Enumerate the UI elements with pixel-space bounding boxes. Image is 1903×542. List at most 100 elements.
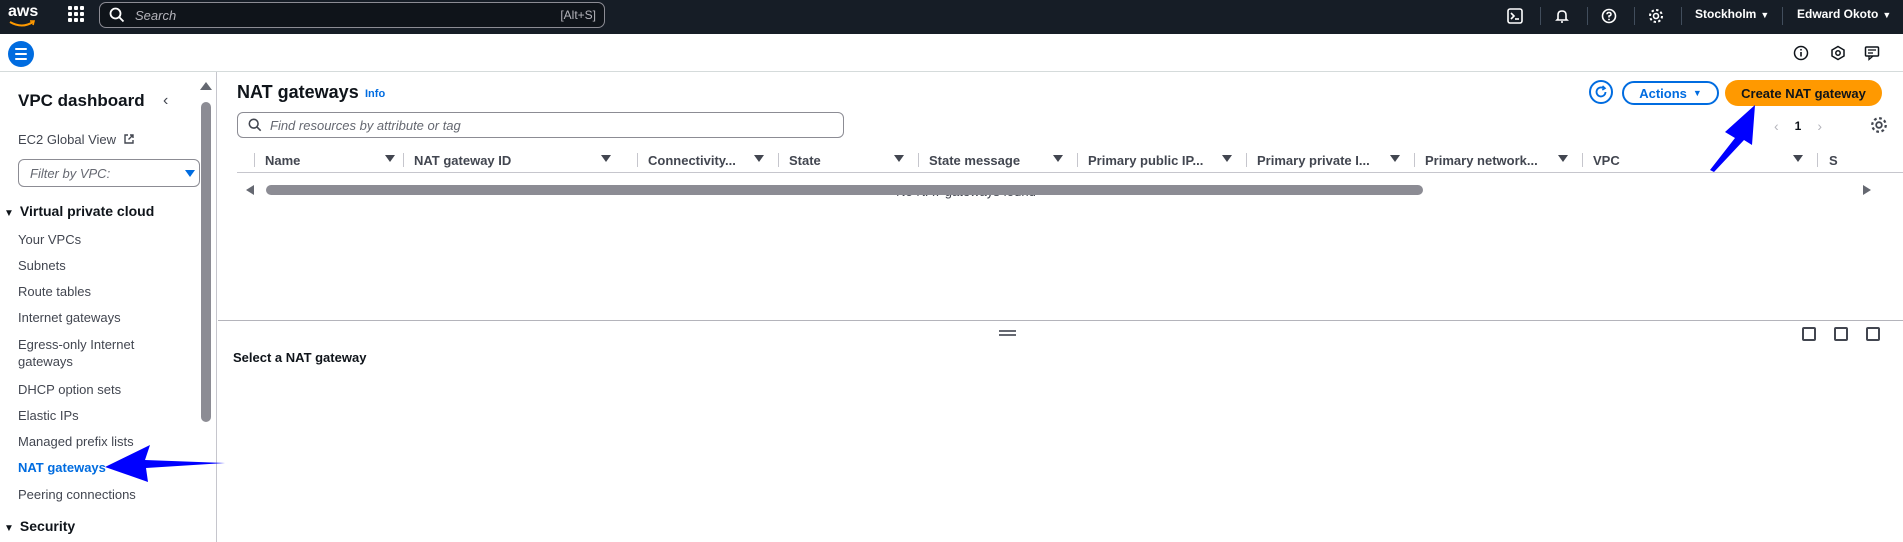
sort-icon[interactable] — [385, 155, 395, 162]
services-grid-icon[interactable] — [68, 6, 84, 22]
next-page-icon[interactable]: › — [1817, 118, 1822, 134]
sort-icon[interactable] — [1053, 155, 1063, 162]
column-header-connectivity[interactable]: Connectivity... — [648, 147, 736, 173]
column-divider — [1817, 153, 1818, 167]
column-divider — [918, 153, 919, 167]
sidebar-item-elastic-ips[interactable]: Elastic IPs — [18, 407, 79, 424]
page-number[interactable]: 1 — [1795, 119, 1802, 133]
nav-divider — [1540, 7, 1541, 25]
top-navigation-bar: aws Search [Alt+S] Stockholm ▼ Edward Oko… — [0, 0, 1903, 34]
expand-triangle-icon: ▼ — [4, 208, 14, 219]
info-link[interactable]: Info — [365, 88, 385, 100]
region-selector[interactable]: Stockholm ▼ — [1695, 7, 1769, 21]
table-header: Name NAT gateway ID Connectivity... Stat… — [237, 147, 1903, 173]
aws-logo[interactable]: aws — [8, 3, 40, 29]
column-divider — [1582, 153, 1583, 167]
sidebar-item-route-tables[interactable]: Route tables — [18, 283, 91, 300]
actions-label: Actions — [1639, 85, 1687, 101]
resource-search-input[interactable]: Find resources by attribute or tag — [237, 112, 844, 138]
split-panel-bottom-icon[interactable] — [1802, 327, 1816, 341]
column-header-subnet[interactable]: S — [1829, 147, 1843, 173]
info-circle-icon[interactable] — [1791, 43, 1811, 63]
account-name: Edward Okoto — [1797, 7, 1879, 21]
column-divider — [254, 153, 255, 167]
caret-down-icon: ▼ — [1760, 10, 1770, 20]
table-settings-icon[interactable] — [1870, 116, 1888, 134]
column-divider — [1414, 153, 1415, 167]
search-shortcut: [Alt+S] — [560, 8, 596, 22]
sidebar-scrollbar[interactable] — [201, 102, 211, 422]
aws-smile-icon — [9, 20, 36, 27]
column-header-nat-gateway-id[interactable]: NAT gateway ID — [414, 147, 511, 173]
page-title: NAT gateways — [237, 82, 359, 102]
vpc-filter-placeholder: Filter by VPC: — [30, 165, 111, 181]
nav-divider — [1587, 7, 1588, 25]
hexagon-icon[interactable] — [1828, 43, 1848, 63]
column-divider — [778, 153, 779, 167]
sidebar-item-your-vpcs[interactable]: Your VPCs — [18, 231, 81, 248]
split-panel-divider — [218, 320, 1903, 321]
aws-logo-text: aws — [8, 3, 39, 20]
sort-icon[interactable] — [894, 155, 904, 162]
table-horizontal-scrollbar[interactable] — [266, 185, 1423, 195]
column-header-vpc[interactable]: VPC — [1593, 147, 1620, 173]
account-menu[interactable]: Edward Okoto ▼ — [1797, 7, 1891, 21]
collapse-sidebar-icon[interactable]: ‹ — [163, 92, 168, 110]
split-panel-full-icon[interactable] — [1866, 327, 1880, 341]
split-panel-side-icon[interactable] — [1834, 327, 1848, 341]
nav-divider — [1681, 7, 1682, 25]
sort-icon[interactable] — [1558, 155, 1568, 162]
sort-icon[interactable] — [601, 155, 611, 162]
annotation-arrow-create-button-icon — [1710, 105, 1755, 172]
caret-down-icon — [185, 170, 195, 177]
navigation-menu-button[interactable] — [8, 41, 34, 67]
external-link-icon — [123, 134, 134, 144]
scroll-up-arrow-icon[interactable] — [200, 82, 212, 90]
sidebar-item-dhcp-option-sets[interactable]: DHCP option sets — [18, 381, 121, 398]
sort-icon[interactable] — [1222, 155, 1232, 162]
caret-down-icon: ▼ — [1692, 88, 1702, 98]
secondary-toolbar — [0, 34, 1903, 72]
resize-handle-icon[interactable] — [999, 330, 1016, 336]
section-security[interactable]: ▼ Security — [4, 518, 75, 534]
caret-down-icon: ▼ — [1882, 10, 1892, 20]
sidebar-item-nat-gateways[interactable]: NAT gateways — [18, 459, 106, 476]
vpc-filter-select[interactable]: Filter by VPC: — [18, 159, 200, 187]
resource-search-placeholder: Find resources by attribute or tag — [270, 117, 461, 133]
sort-icon[interactable] — [1390, 155, 1400, 162]
annotation-arrow-sidebar-icon — [105, 445, 225, 482]
sidebar-item-egress-only-internet-gateways[interactable]: Egress-only Internet gateways — [18, 336, 148, 370]
ec2-global-view-link[interactable]: EC2 Global View — [18, 132, 135, 147]
refresh-button[interactable] — [1589, 80, 1613, 104]
gear-icon[interactable] — [1645, 5, 1667, 27]
nav-divider — [1782, 7, 1783, 25]
column-divider — [637, 153, 638, 167]
sidebar-item-subnets[interactable]: Subnets — [18, 257, 66, 274]
column-header-state[interactable]: State — [789, 147, 821, 173]
feedback-icon[interactable] — [1862, 43, 1882, 63]
pagination: ‹ 1 › — [1774, 118, 1822, 134]
bell-icon[interactable] — [1551, 5, 1573, 27]
sort-icon[interactable] — [1793, 155, 1803, 162]
search-placeholder: Search — [135, 7, 177, 23]
nav-divider — [1634, 7, 1635, 25]
help-icon[interactable] — [1598, 5, 1620, 27]
column-header-primary-private-ip[interactable]: Primary private I... — [1257, 147, 1370, 173]
sort-icon[interactable] — [754, 155, 764, 162]
scroll-right-arrow-icon[interactable] — [1863, 185, 1871, 195]
sidebar-item-peering-connections[interactable]: Peering connections — [18, 486, 136, 503]
column-header-name[interactable]: Name — [265, 147, 300, 173]
global-search-input[interactable]: Search [Alt+S] — [99, 2, 605, 28]
column-header-primary-public-ip[interactable]: Primary public IP... — [1088, 147, 1203, 173]
region-label: Stockholm — [1695, 7, 1757, 21]
sidebar-title[interactable]: VPC dashboard — [18, 91, 145, 111]
scroll-left-arrow-icon[interactable] — [246, 185, 254, 195]
column-header-primary-network-interface[interactable]: Primary network... — [1425, 147, 1538, 173]
section-label: Security — [19, 518, 76, 534]
column-header-state-message[interactable]: State message — [929, 147, 1020, 173]
cloudshell-icon[interactable] — [1504, 5, 1526, 27]
section-label: Virtual private cloud — [19, 203, 155, 219]
section-virtual-private-cloud[interactable]: ▼ Virtual private cloud — [4, 203, 154, 219]
sidebar-item-internet-gateways[interactable]: Internet gateways — [18, 309, 121, 326]
ec2-global-view-label: EC2 Global View — [18, 132, 117, 147]
